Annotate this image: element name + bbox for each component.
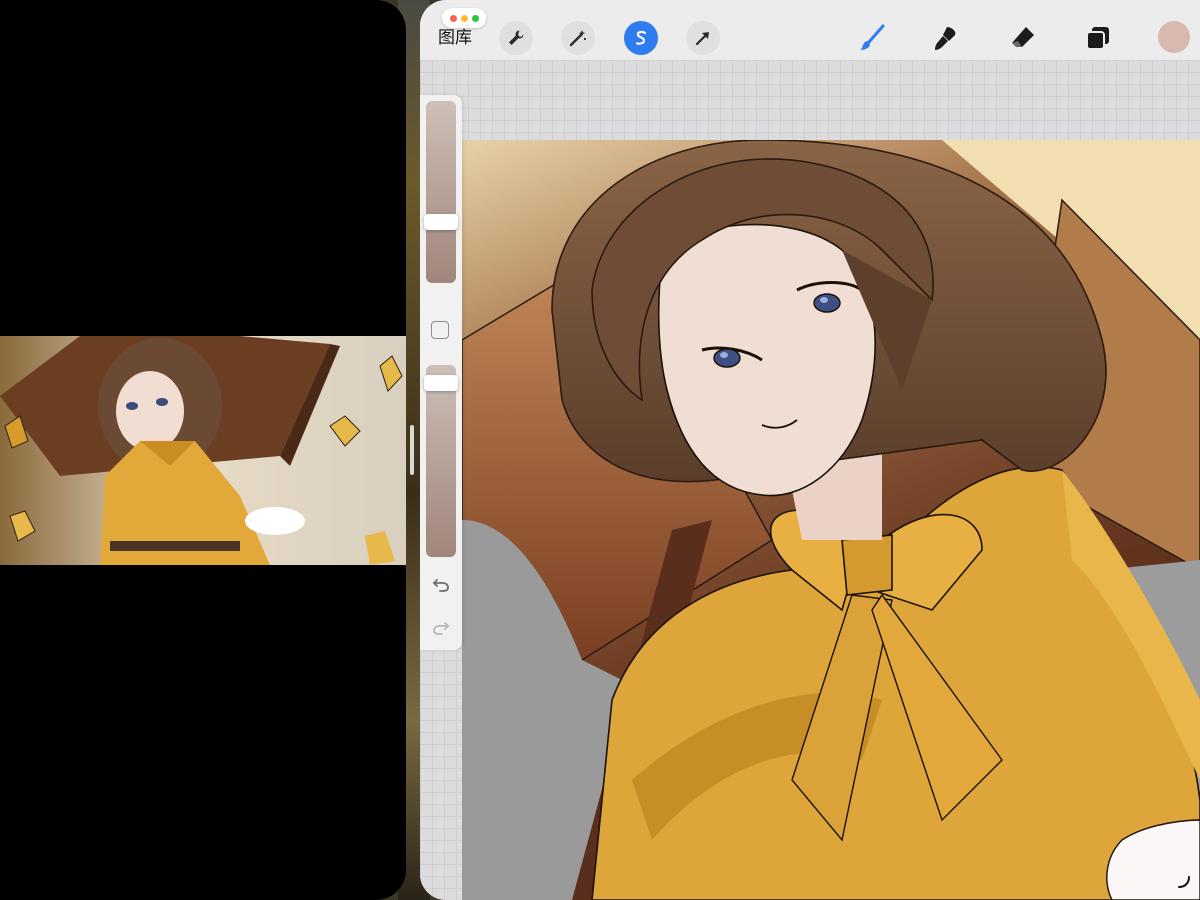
selection-button[interactable] (624, 21, 658, 55)
canvas-area[interactable] (420, 60, 1200, 900)
reference-image[interactable] (0, 336, 406, 565)
wrench-icon (509, 30, 524, 45)
actions-button[interactable] (499, 21, 533, 55)
selection-s-icon (635, 30, 647, 45)
minimize-dot-icon[interactable] (460, 14, 468, 22)
opacity-slider[interactable] (426, 365, 456, 557)
gallery-button[interactable]: 图库 (438, 27, 472, 49)
adjustments-button[interactable] (561, 21, 595, 55)
undo-button[interactable] (430, 574, 452, 596)
layers-button[interactable] (1080, 20, 1116, 56)
photo-viewer-window[interactable] (0, 0, 406, 900)
resize-corner-icon[interactable] (1176, 874, 1192, 890)
smudge-icon (935, 27, 956, 50)
top-toolbar: 图库 (420, 0, 1200, 60)
brush-icon (860, 24, 885, 50)
brush-size-slider[interactable] (426, 101, 456, 283)
window-controls[interactable] (442, 8, 486, 28)
split-view-handle[interactable] (410, 425, 414, 475)
color-picker-swatch[interactable] (1158, 21, 1190, 53)
opacity-thumb[interactable] (424, 375, 458, 391)
artwork-canvas[interactable] (462, 140, 1200, 900)
brush-sidebar (420, 95, 462, 650)
eraser-icon (1012, 27, 1034, 47)
magic-wand-icon (569, 30, 587, 47)
close-dot-icon[interactable] (449, 14, 457, 22)
smudge-button[interactable] (928, 20, 964, 56)
brush-size-thumb[interactable] (424, 214, 458, 230)
undo-icon (432, 579, 449, 592)
modify-button[interactable] (431, 321, 449, 339)
redo-icon (433, 622, 450, 635)
zoom-dot-icon[interactable] (471, 14, 479, 22)
layers-icon (1086, 27, 1109, 50)
paint-brush-button[interactable] (854, 20, 890, 56)
transform-button[interactable] (686, 21, 720, 55)
procreate-window[interactable]: 图库 (420, 0, 1200, 900)
eraser-button[interactable] (1005, 20, 1041, 56)
transform-arrow-icon (695, 32, 709, 46)
redo-button[interactable] (430, 617, 452, 639)
